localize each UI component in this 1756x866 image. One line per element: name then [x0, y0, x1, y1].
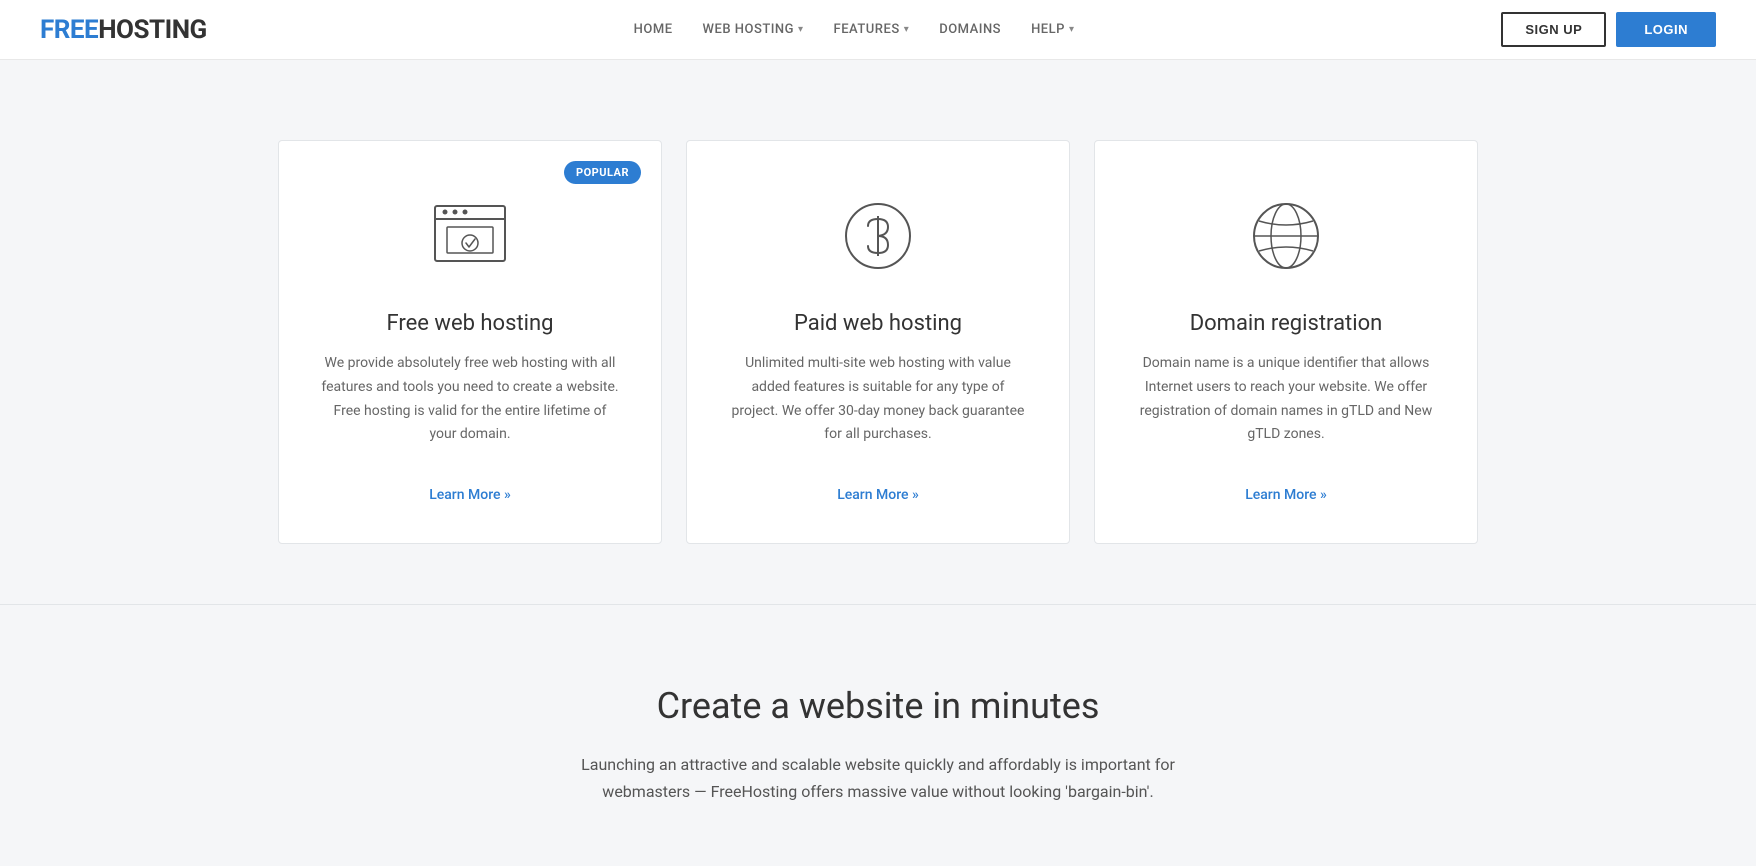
nav-web-hosting[interactable]: WEB HOSTING: [703, 22, 804, 37]
cards-section: POPULAR Free web hosting We provide abso…: [278, 140, 1478, 544]
main-nav: HOME WEB HOSTING FEATURES DOMAINS HELP: [634, 22, 1075, 37]
login-button[interactable]: LOGIN: [1616, 12, 1716, 47]
main-content: POPULAR Free web hosting We provide abso…: [0, 60, 1756, 604]
nav-features[interactable]: FEATURES: [834, 22, 910, 37]
card-free-hosting: POPULAR Free web hosting We provide abso…: [278, 140, 662, 544]
bottom-section: Create a website in minutes Launching an…: [0, 605, 1756, 865]
card-domain-title: Domain registration: [1135, 311, 1437, 336]
card-free-hosting-desc: We provide absolutely free web hosting w…: [319, 352, 621, 447]
logo-hosting: HOSTING: [98, 15, 207, 45]
nav-domains[interactable]: DOMAINS: [939, 22, 1001, 37]
bottom-description: Launching an attractive and scalable web…: [558, 751, 1198, 805]
card-domain-registration: Domain registration Domain name is a uni…: [1094, 140, 1478, 544]
browser-icon: [425, 191, 515, 281]
card-paid-hosting-learn-more[interactable]: Learn More »: [837, 487, 919, 503]
card-free-hosting-title: Free web hosting: [319, 311, 621, 336]
card-paid-hosting-desc: Unlimited multi-site web hosting with va…: [727, 352, 1029, 447]
nav-help[interactable]: HELP: [1031, 22, 1074, 37]
popular-badge: POPULAR: [564, 161, 641, 184]
card-free-hosting-learn-more[interactable]: Learn More »: [429, 487, 511, 503]
card-domain-desc: Domain name is a unique identifier that …: [1135, 352, 1437, 447]
header: FREEHOSTING HOME WEB HOSTING FEATURES DO…: [0, 0, 1756, 60]
bottom-title: Create a website in minutes: [40, 685, 1716, 727]
card-domain-learn-more[interactable]: Learn More »: [1245, 487, 1327, 503]
nav-home[interactable]: HOME: [634, 22, 673, 37]
logo-free: FREE: [40, 15, 98, 45]
logo: FREEHOSTING: [40, 15, 207, 45]
header-buttons: SIGN UP LOGIN: [1501, 12, 1716, 47]
signup-button[interactable]: SIGN UP: [1501, 12, 1606, 47]
globe-icon: [1241, 191, 1331, 281]
dollar-icon: [833, 191, 923, 281]
card-paid-hosting-title: Paid web hosting: [727, 311, 1029, 336]
card-paid-hosting: Paid web hosting Unlimited multi-site we…: [686, 140, 1070, 544]
